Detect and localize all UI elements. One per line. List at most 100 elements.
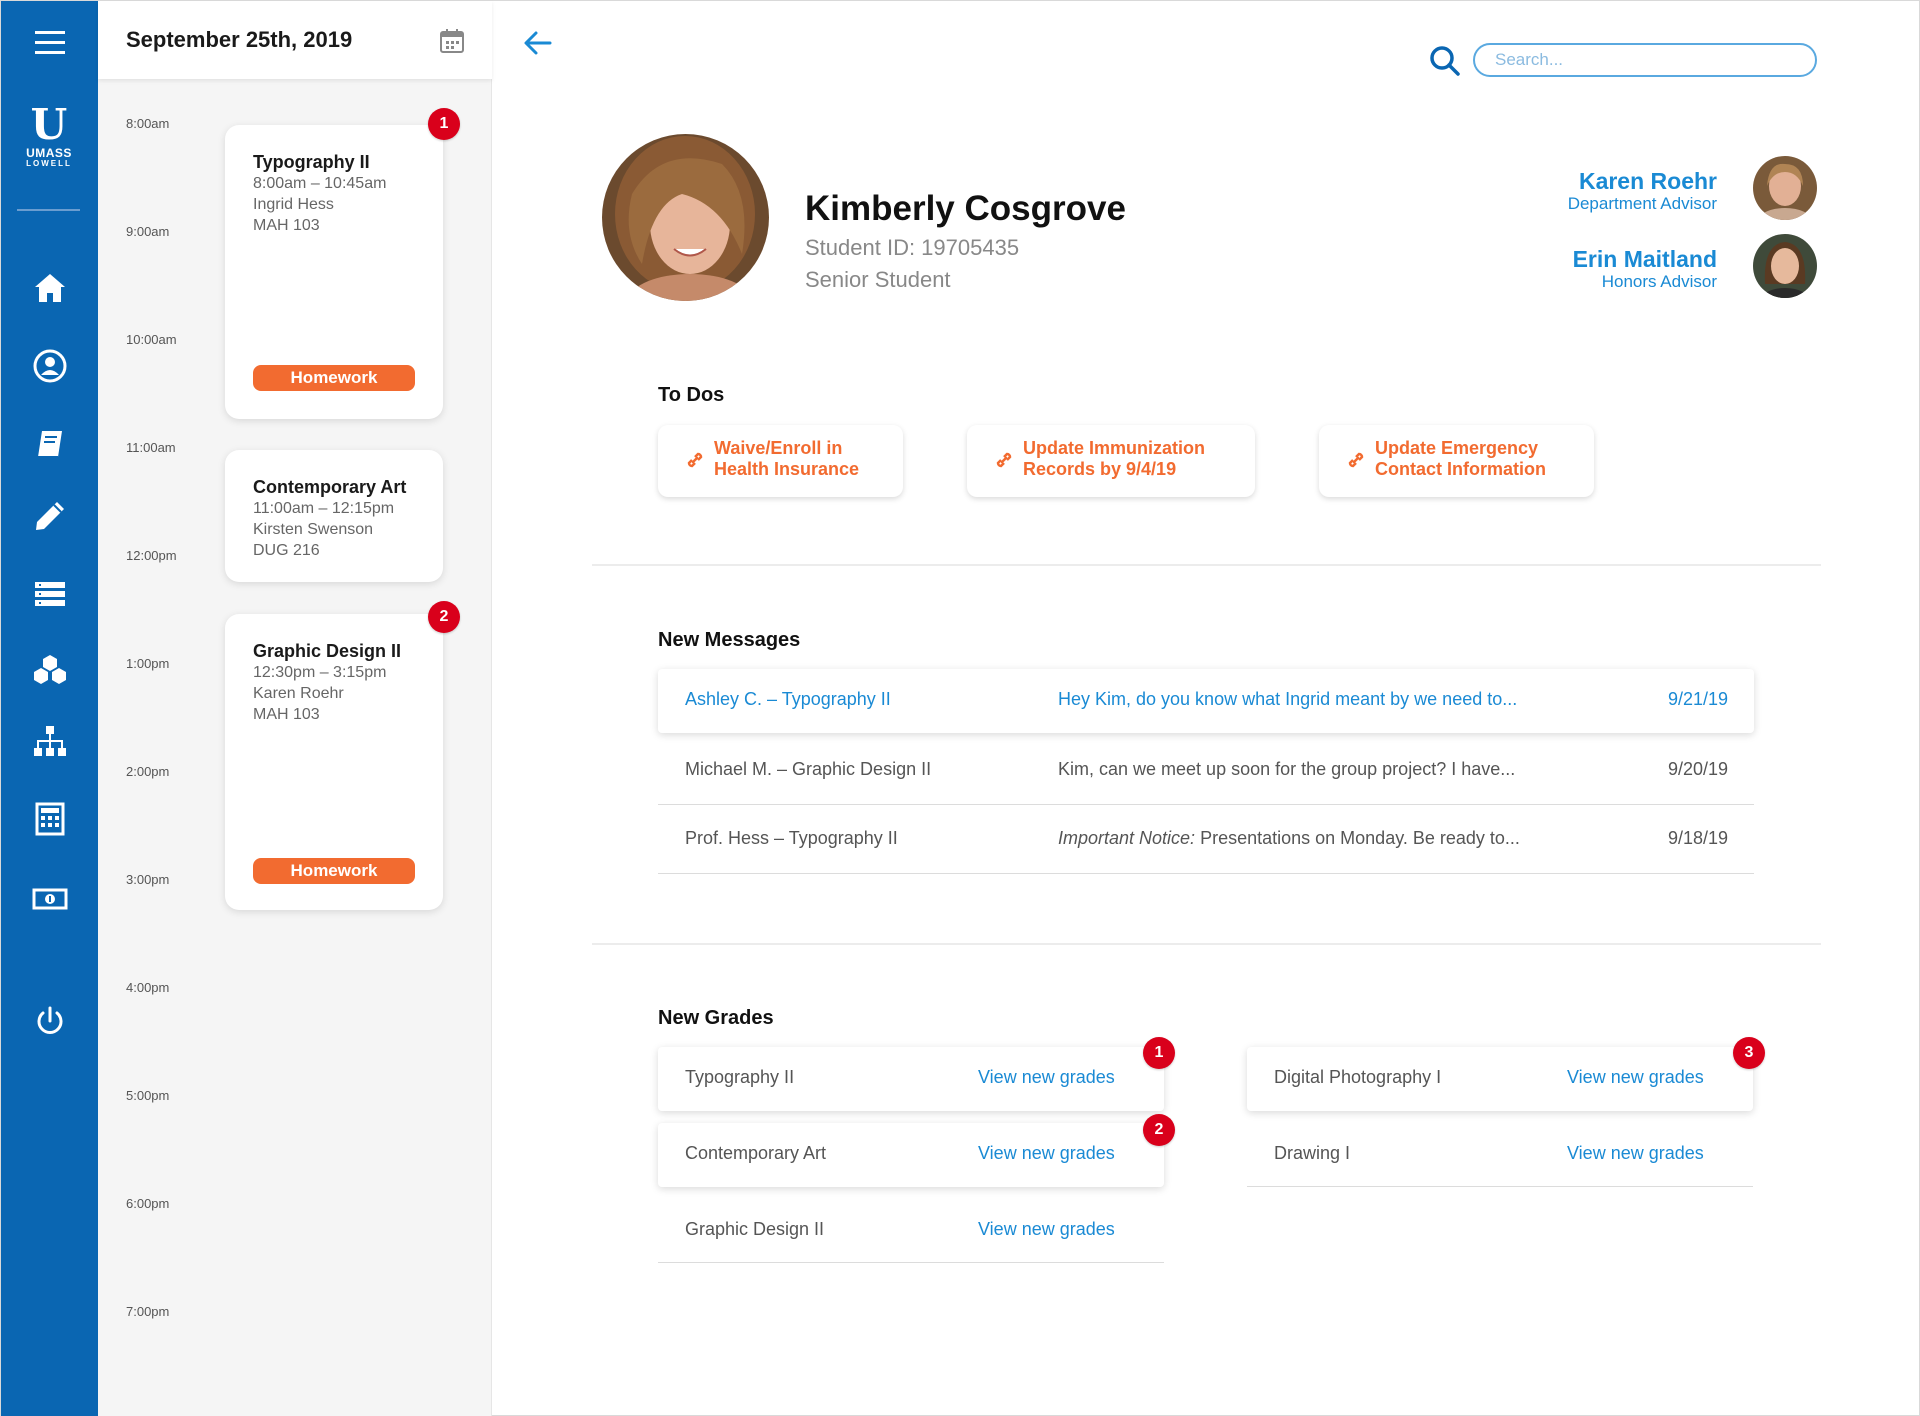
- advisor-name: Karen Roehr: [1578, 168, 1717, 194]
- message-sender: Michael M. – Graphic Design II: [685, 759, 932, 779]
- event-name: Typography II: [253, 152, 370, 172]
- logout-button[interactable]: [1, 991, 98, 1051]
- calculator-icon: [35, 802, 64, 836]
- homework-tag[interactable]: Homework: [253, 858, 415, 884]
- calendar-icon[interactable]: [438, 27, 466, 55]
- message-date: 9/18/19: [1667, 828, 1728, 848]
- sidebar-item-finances[interactable]: [1, 869, 98, 929]
- homework-tag[interactable]: Homework: [253, 365, 415, 391]
- student-avatar: [602, 134, 769, 301]
- umass-lowell-logo: U UMASS LOWELL: [21, 103, 77, 171]
- menu-button[interactable]: [1, 13, 98, 73]
- advisor-department[interactable]: Karen Roehr Department Advisor: [1568, 168, 1717, 214]
- grades-title: New Grades: [658, 1007, 774, 1029]
- messages-title: New Messages: [658, 629, 801, 651]
- todo-text: Contact Information: [1375, 459, 1546, 479]
- message-sender: Ashley C. – Typography II: [685, 689, 891, 709]
- time-label: 9:00am: [126, 224, 170, 239]
- advisor-avatar[interactable]: [1753, 156, 1817, 220]
- time-label: 5:00pm: [126, 1088, 170, 1103]
- advisor-role: Department Advisor: [1567, 194, 1717, 213]
- message-preview: Kim, can we meet up soon for the group p…: [1058, 759, 1516, 779]
- todo-health-insurance[interactable]: Waive/Enroll in Health Insurance: [658, 425, 903, 497]
- message-notice-label: Important Notice:: [1058, 828, 1196, 848]
- time-label: 11:00am: [126, 440, 176, 455]
- schedule-date: September 25th, 2019: [126, 27, 353, 52]
- view-grades-link[interactable]: View new grades: [978, 1143, 1115, 1164]
- pencil-icon: [35, 502, 64, 530]
- message-date: 9/21/19: [1667, 689, 1728, 709]
- time-label: 4:00pm: [126, 980, 170, 995]
- event-instructor: Ingrid Hess: [253, 196, 334, 213]
- time-label: 3:00pm: [126, 872, 170, 887]
- student-level: Senior Student: [805, 267, 951, 292]
- sidebar-item-resources[interactable]: [1, 639, 98, 699]
- view-grades-link[interactable]: View new grades: [978, 1219, 1115, 1240]
- event-time: 12:30pm – 3:15pm: [253, 664, 387, 681]
- advisor-role: Honors Advisor: [1601, 272, 1717, 291]
- boxes-icon: [33, 655, 66, 684]
- sidebar-item-organization[interactable]: [1, 711, 98, 771]
- time-label: 12:00pm: [126, 548, 177, 563]
- grade-row[interactable]: Drawing I View new grades: [1247, 1123, 1753, 1187]
- grade-row[interactable]: Typography II View new grades: [658, 1047, 1164, 1111]
- sidebar: U UMASS LOWELL: [1, 1, 98, 1416]
- event-instructor: Kirsten Swenson: [253, 521, 374, 538]
- message-sender: Prof. Hess – Typography II: [685, 828, 898, 848]
- section-divider: [592, 943, 1821, 945]
- back-arrow-icon[interactable]: [522, 27, 554, 59]
- sidebar-item-calculator[interactable]: [1, 789, 98, 849]
- view-grades-link[interactable]: View new grades: [978, 1067, 1115, 1088]
- grade-row[interactable]: Contemporary Art View new grades: [658, 1123, 1164, 1187]
- time-label: 2:00pm: [126, 764, 170, 779]
- view-grades-link[interactable]: View new grades: [1567, 1067, 1704, 1088]
- time-label: 10:00am: [126, 332, 177, 347]
- event-time: 8:00am – 10:45am: [253, 175, 387, 192]
- sidebar-divider: [17, 209, 80, 211]
- todo-immunization[interactable]: Update Immunization Records by 9/4/19: [967, 425, 1255, 497]
- sidebar-item-records[interactable]: [1, 564, 98, 624]
- search-icon[interactable]: [1429, 45, 1461, 77]
- event-instructor: Karen Roehr: [253, 685, 344, 702]
- todo-text: Update Emergency: [1375, 438, 1539, 458]
- app-root: U UMASS LOWELL September 25th, 2019 8:00…: [0, 0, 1920, 1416]
- event-time: 11:00am – 12:15pm: [253, 500, 395, 517]
- advisor-name: Erin Maitland: [1572, 246, 1717, 272]
- sidebar-item-profile[interactable]: [1, 336, 98, 396]
- todo-text: Health Insurance: [714, 459, 860, 479]
- advisor-honors[interactable]: Erin Maitland Honors Advisor: [1573, 246, 1717, 292]
- search-input[interactable]: [1473, 43, 1817, 77]
- todo-text: Records by 9/4/19: [1023, 459, 1177, 479]
- list-icon: [34, 582, 65, 606]
- todos-title: To Dos: [658, 384, 725, 406]
- time-label: 1:00pm: [126, 656, 170, 671]
- user-circle-icon: [33, 349, 66, 383]
- notification-badge: 1: [428, 108, 460, 140]
- grade-course: Digital Photography I: [1274, 1067, 1442, 1087]
- schedule-event-graphic-design[interactable]: Graphic Design II 12:30pm – 3:15pm Karen…: [225, 614, 443, 910]
- schedule-event-contemporary-art[interactable]: Contemporary Art 11:00am – 12:15pm Kirst…: [225, 450, 443, 582]
- grade-course: Drawing I: [1274, 1143, 1351, 1163]
- message-preview: Important Notice: Presentations on Monda…: [1058, 828, 1520, 849]
- message-row[interactable]: Ashley C. – Typography II Hey Kim, do yo…: [658, 669, 1754, 733]
- message-row[interactable]: Michael M. – Graphic Design II Kim, can …: [658, 739, 1754, 805]
- advisor-avatar[interactable]: [1753, 234, 1817, 298]
- schedule-panel: September 25th, 2019 8:00am 9:00am 10:00…: [98, 1, 492, 1416]
- time-label: 8:00am: [126, 116, 170, 131]
- org-chart-icon: [33, 726, 66, 756]
- grade-row[interactable]: Graphic Design II View new grades: [658, 1199, 1164, 1263]
- view-grades-link[interactable]: View new grades: [1567, 1143, 1704, 1164]
- event-room: DUG 216: [253, 542, 320, 559]
- logo-mark: U: [30, 100, 68, 149]
- message-row[interactable]: Prof. Hess – Typography II Important Not…: [658, 808, 1754, 874]
- section-divider: [592, 564, 1821, 566]
- grade-row[interactable]: Digital Photography I View new grades: [1247, 1047, 1753, 1111]
- event-name: Contemporary Art: [253, 477, 407, 497]
- grade-course: Typography II: [685, 1067, 795, 1087]
- sidebar-item-assignments[interactable]: [1, 486, 98, 546]
- todo-emergency-contact[interactable]: Update Emergency Contact Information: [1319, 425, 1594, 497]
- sidebar-item-home[interactable]: [1, 258, 98, 318]
- sidebar-item-courses[interactable]: [1, 414, 98, 474]
- schedule-event-typography[interactable]: Typography II 8:00am – 10:45am Ingrid He…: [225, 125, 443, 419]
- event-room: MAH 103: [253, 706, 320, 723]
